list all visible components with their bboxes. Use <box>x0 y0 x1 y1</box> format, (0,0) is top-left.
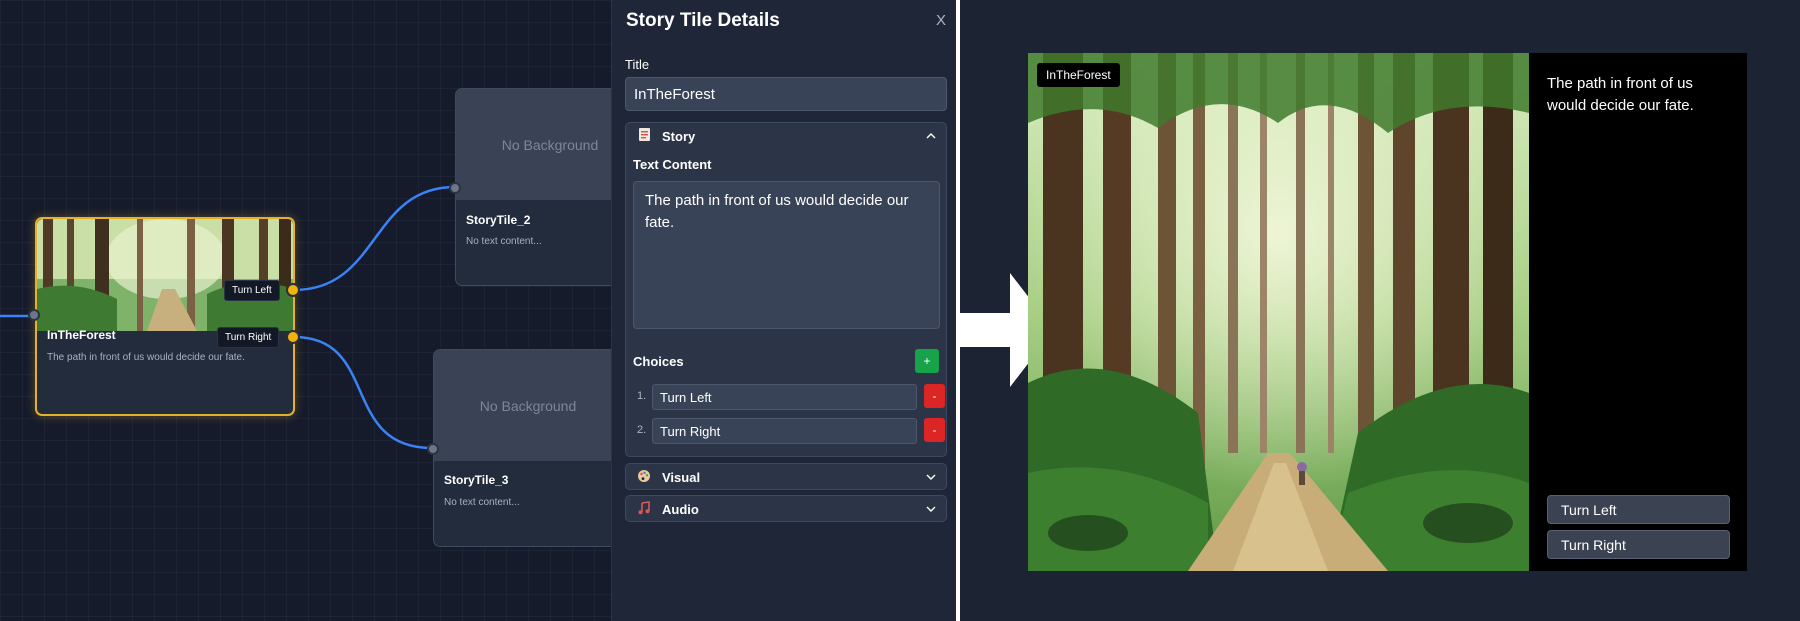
node-background-placeholder: No Background <box>456 89 611 200</box>
choice-number: 2. <box>637 424 647 436</box>
input-handle[interactable] <box>449 182 461 194</box>
audio-section-label: Audio <box>662 501 699 517</box>
panel-title: Story Tile Details <box>626 10 780 31</box>
node-background-placeholder: No Background <box>434 350 611 461</box>
audio-section-header[interactable]: Audio <box>626 496 946 522</box>
preview-choice-turn-left[interactable]: Turn Left <box>1547 495 1730 524</box>
title-label: Title <box>625 57 650 72</box>
node-thumbnail <box>37 219 293 331</box>
add-choice-button[interactable]: + <box>915 349 939 373</box>
app-root: No Background StoryTile_2 No text conten… <box>0 0 1800 621</box>
output-handle-turn-left[interactable] <box>286 283 300 297</box>
preview-tile-title: InTheForest <box>1037 63 1120 87</box>
preview-story-text: The path in front of us would decide our… <box>1547 75 1694 114</box>
story-section-header[interactable]: Story <box>626 123 946 149</box>
node-title: InTheForest <box>47 328 116 342</box>
game-preview-frame: InTheForest The path in front of us woul… <box>1028 53 1747 571</box>
story-node-3[interactable]: No Background StoryTile_3 No text conten… <box>427 349 611 547</box>
text-content-label: Text Content <box>633 157 712 172</box>
chevron-down-icon <box>926 506 936 512</box>
choice-input-1[interactable]: Turn Left <box>652 384 917 410</box>
input-handle[interactable] <box>427 443 439 455</box>
visual-section-label: Visual <box>662 469 701 485</box>
output-handle-turn-right[interactable] <box>286 330 300 344</box>
story-node-2[interactable]: No Background StoryTile_2 No text conten… <box>449 88 611 286</box>
choices-label: Choices <box>633 354 684 369</box>
node-text: No text content... <box>466 236 542 247</box>
node-title: StoryTile_2 <box>466 213 531 227</box>
visual-section-header[interactable]: Visual <box>626 464 946 490</box>
placeholder-text: No Background <box>501 136 599 153</box>
text-content-textarea[interactable]: The path in front of us would decide our… <box>633 181 940 329</box>
node-text: The path in front of us would decide our… <box>47 352 245 363</box>
placeholder-text: No Background <box>479 397 577 414</box>
edge-turn-left <box>293 185 456 292</box>
input-handle[interactable] <box>28 309 40 321</box>
choice-tag-turn-right: Turn Right <box>217 327 280 348</box>
music-icon <box>636 500 652 518</box>
title-input[interactable]: InTheForest <box>625 77 947 111</box>
story-section-label: Story <box>662 128 696 144</box>
remove-choice-button-1[interactable]: - <box>924 384 945 408</box>
visual-section: Visual <box>625 463 947 490</box>
node-title: StoryTile_3 <box>444 473 509 487</box>
choice-tag-turn-left: Turn Left <box>224 280 280 301</box>
close-button[interactable]: X <box>936 12 946 29</box>
choice-number: 1. <box>637 390 647 402</box>
audio-section: Audio <box>625 495 947 522</box>
chevron-up-icon <box>926 133 936 139</box>
remove-choice-button-2[interactable]: - <box>924 418 945 442</box>
document-icon <box>636 127 652 145</box>
chevron-down-icon <box>926 474 936 480</box>
story-node-intheforest[interactable]: InTheForest The path in front of us woul… <box>28 217 295 416</box>
palette-icon <box>636 469 652 486</box>
choice-input-2[interactable]: Turn Right <box>652 418 917 444</box>
node-text: No text content... <box>444 497 520 508</box>
edge-turn-right <box>293 335 433 450</box>
preview-choice-turn-right[interactable]: Turn Right <box>1547 530 1730 559</box>
forest-scene-image <box>1028 53 1529 571</box>
graph-canvas[interactable]: No Background StoryTile_2 No text conten… <box>0 0 611 621</box>
